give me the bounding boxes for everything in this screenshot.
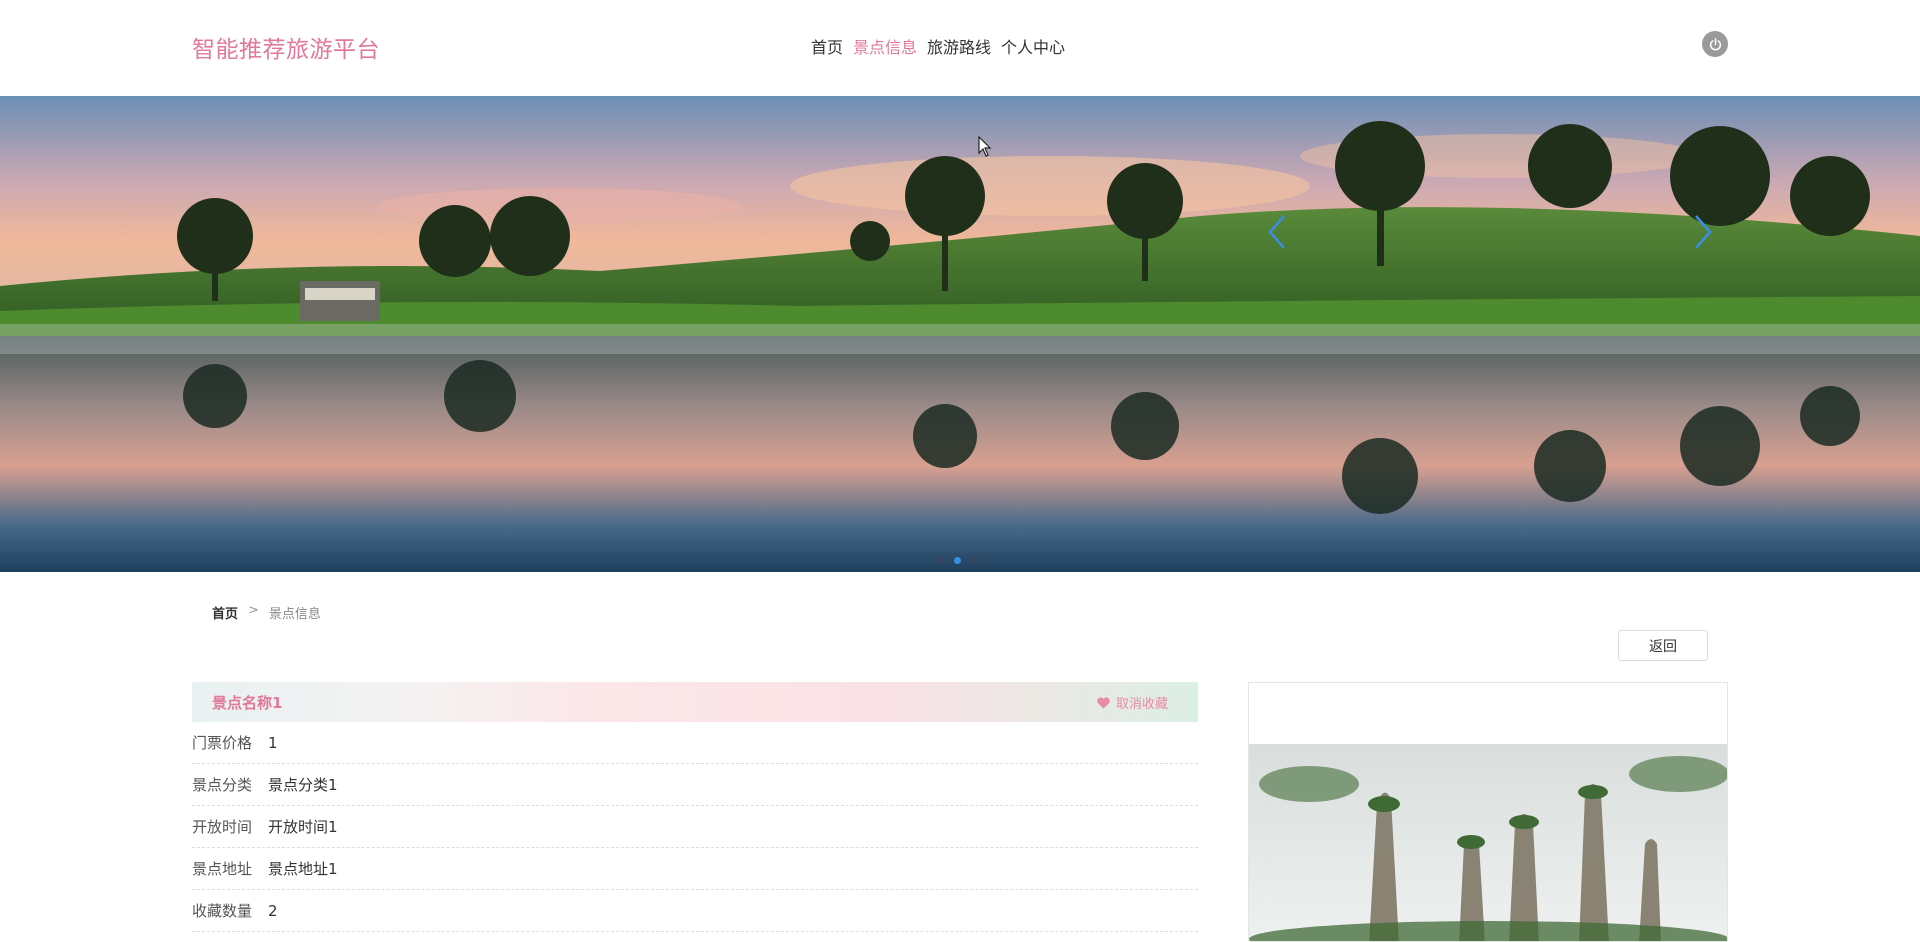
detail-row-address: 景点地址 景点地址1 [192, 848, 1198, 890]
unfavorite-label: 取消收藏 [1115, 697, 1168, 712]
nav-item-attractions[interactable]: 景点信息 [853, 34, 917, 58]
carousel-dot[interactable] [970, 557, 977, 564]
attraction-image-carousel[interactable] [1248, 682, 1728, 942]
detail-row-category: 景点分类 景点分类1 [192, 764, 1198, 806]
nav-item-routes[interactable]: 旅游路线 [927, 34, 991, 58]
nav-item-home[interactable]: 首页 [811, 34, 843, 58]
unfavorite-button[interactable]: 取消收藏 [1096, 693, 1168, 712]
field-value: 景点地址1 [268, 860, 338, 878]
field-value: 开放时间1 [268, 818, 338, 836]
main-nav: 首页 景点信息 旅游路线 个人中心 [811, 34, 1065, 58]
breadcrumb-separator: > [248, 603, 259, 618]
banner-carousel[interactable] [0, 96, 1920, 572]
carousel-dot-active[interactable] [954, 557, 961, 564]
detail-row-price: 门票价格 1 [192, 722, 1198, 764]
carousel-indicators [938, 557, 977, 564]
field-label: 收藏数量 [192, 902, 253, 920]
field-value: 景点分类1 [268, 776, 338, 794]
breadcrumb: 首页 > 景点信息 [212, 603, 321, 622]
detail-row-opening-hours: 开放时间 开放时间1 [192, 806, 1198, 848]
field-label: 门票价格 [192, 734, 253, 752]
power-icon[interactable] [1702, 31, 1728, 57]
field-label: 开放时间 [192, 818, 253, 836]
nav-item-personal-center[interactable]: 个人中心 [1001, 34, 1065, 58]
top-header: 智能推荐旅游平台 首页 景点信息 旅游路线 个人中心 [0, 0, 1920, 96]
field-value: 2 [268, 901, 278, 920]
carousel-prev-icon[interactable] [1262, 212, 1292, 252]
back-button[interactable]: 返回 [1618, 630, 1708, 661]
attraction-detail: 景点名称1 取消收藏 门票价格 1 景点分类 景点分类1 开放时间 开放时间1 … [192, 682, 1198, 932]
carousel-next-icon[interactable] [1688, 212, 1718, 252]
attraction-photo [1249, 744, 1727, 941]
breadcrumb-current: 景点信息 [268, 607, 321, 622]
field-label: 景点地址 [192, 860, 253, 878]
field-value: 1 [268, 733, 278, 752]
heart-icon [1097, 696, 1110, 709]
mouse-cursor-icon [978, 136, 992, 157]
site-logo[interactable]: 智能推荐旅游平台 [192, 30, 380, 64]
field-label: 景点分类 [192, 776, 253, 794]
attraction-title: 景点名称1 [212, 694, 283, 712]
detail-title-bar: 景点名称1 取消收藏 [192, 682, 1198, 722]
banner-landscape-image [0, 96, 1920, 572]
carousel-dot[interactable] [938, 557, 945, 564]
breadcrumb-home[interactable]: 首页 [212, 603, 238, 622]
